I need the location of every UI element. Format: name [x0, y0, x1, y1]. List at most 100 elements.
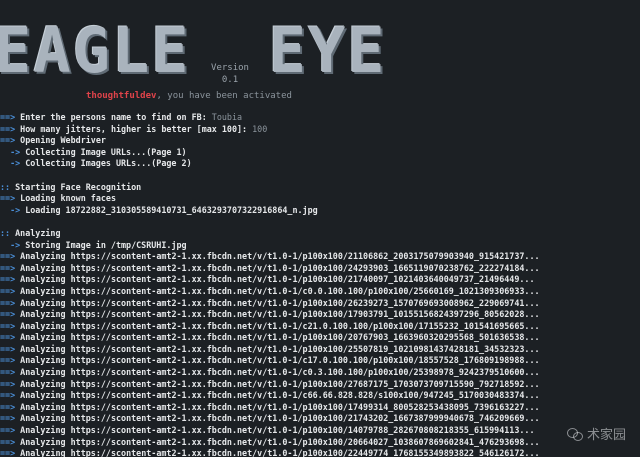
arrow-marker: ==>: [0, 390, 16, 401]
version-number: 0.1: [221, 75, 239, 85]
output-line: ==> Analyzing https://scontent-amt2-1.xx…: [0, 309, 640, 321]
output-line: :: Starting Face Recognition: [0, 182, 640, 194]
section-marker: ::: [0, 181, 11, 192]
output-line: ==> Analyzing https://scontent-amt2-1.xx…: [0, 379, 640, 391]
output-line: ==> Analyzing https://scontent-amt2-1.xx…: [0, 274, 640, 286]
output-line: ==> Loading known faces: [0, 193, 640, 205]
arrow-marker: ==>: [0, 367, 16, 378]
output-text: Analyzing https://scontent-amt2-1.xx.fbc…: [15, 390, 540, 401]
input-value: Toubia: [211, 112, 243, 122]
output-text: Analyzing https://scontent-amt2-1.xx.fbc…: [15, 436, 540, 447]
output-text: Analyzing https://scontent-amt2-1.xx.fbc…: [15, 343, 540, 354]
output-text: Collecting Images URLs...(Page 2): [20, 158, 192, 169]
output-text: Analyzing https://scontent-amt2-1.xx.fbc…: [15, 297, 540, 308]
output-text: Analyzing https://scontent-amt2-1.xx.fbc…: [15, 413, 540, 424]
output-text: Analyzing https://scontent-amt2-1.xx.fbc…: [15, 401, 540, 412]
arrow-marker: ==>: [0, 135, 16, 146]
arrow-marker: ==>: [0, 343, 16, 354]
activation-message: thoughtfuldev, you have been activated: [86, 90, 292, 102]
output-line: ==> Analyzing https://scontent-amt2-1.xx…: [0, 402, 640, 414]
output-text: Enter the persons name to find on FB:: [15, 112, 212, 122]
banner-right-word: EYE: [268, 14, 387, 87]
arrow-marker: ==>: [0, 436, 16, 447]
output-text: Analyzing https://scontent-amt2-1.xx.fbc…: [15, 332, 540, 343]
output-line: ==> Analyzing https://scontent-amt2-1.xx…: [0, 263, 640, 275]
output-line: ==> Analyzing https://scontent-amt2-1.xx…: [0, 437, 640, 449]
output-line: ==> Enter the persons name to find on FB…: [0, 112, 640, 124]
arrow-marker: ==>: [0, 193, 16, 204]
output-line: -> Collecting Image URLs...(Page 1): [0, 147, 640, 159]
output-line: ==> Analyzing https://scontent-amt2-1.xx…: [0, 321, 640, 333]
output-text: Analyzing https://scontent-amt2-1.xx.fbc…: [15, 262, 540, 273]
terminal-window[interactable]: EAGLE EYE Version 0.1 thoughtfuldev, you …: [0, 0, 640, 457]
arrow-marker: ==>: [0, 112, 16, 122]
output-line: ==> Analyzing https://scontent-amt2-1.xx…: [0, 367, 640, 379]
output-text: Analyzing: [10, 227, 61, 238]
watermark: 术家园: [566, 424, 626, 443]
arrow-marker: ==>: [0, 285, 16, 296]
arrow-marker: ==>: [0, 401, 16, 412]
output-text: Analyzing https://scontent-amt2-1.xx.fbc…: [15, 378, 540, 389]
output-line: ==> Analyzing https://scontent-amt2-1.xx…: [0, 390, 640, 402]
output-text: Analyzing https://scontent-amt2-1.xx.fbc…: [15, 367, 540, 378]
arrow-marker: ==>: [0, 332, 16, 343]
activation-text: , you have been activated: [156, 91, 292, 101]
output-line: -> Loading 18722882_310305589410731_6463…: [0, 205, 640, 217]
version-label: Version: [211, 63, 249, 73]
ascii-banner: EAGLE EYE Version 0.1: [0, 18, 385, 86]
output-text: Analyzing https://scontent-amt2-1.xx.fbc…: [15, 425, 535, 436]
arrow-marker: ==>: [0, 251, 16, 262]
section-marker: ::: [0, 227, 11, 238]
arrow-marker: ==>: [0, 309, 16, 320]
output-line: ==> Analyzing https://scontent-amt2-1.xx…: [0, 448, 640, 457]
output-text: Analyzing https://scontent-amt2-1.xx.fbc…: [15, 448, 540, 457]
arrow-marker: ==>: [0, 320, 16, 331]
author-name: thoughtfuldev: [86, 91, 157, 101]
terminal-output: ==> Enter the persons name to find on FB…: [0, 112, 640, 457]
banner-title: EAGLE EYE: [0, 18, 387, 84]
output-line: ==> How many jitters, higher is better […: [0, 124, 640, 136]
output-text: Analyzing https://scontent-amt2-1.xx.fbc…: [15, 320, 540, 331]
output-line: ==> Analyzing https://scontent-amt2-1.xx…: [0, 332, 640, 344]
output-line: ==> Opening Webdriver: [0, 135, 640, 147]
arrow-marker: ->: [0, 239, 21, 250]
output-line: ==> Analyzing https://scontent-amt2-1.xx…: [0, 425, 640, 437]
output-text: Loading known faces: [15, 193, 116, 204]
arrow-marker: ==>: [0, 355, 16, 366]
output-line: ==> Analyzing https://scontent-amt2-1.xx…: [0, 413, 640, 425]
output-text: Opening Webdriver: [15, 135, 106, 146]
output-text: Storing Image in /tmp/CSRUHI.jpg: [20, 239, 187, 250]
output-line: -> Collecting Images URLs...(Page 2): [0, 158, 640, 170]
output-text: Analyzing https://scontent-amt2-1.xx.fbc…: [15, 309, 540, 320]
version-info: Version 0.1: [208, 62, 252, 86]
output-line: ==> Analyzing https://scontent-amt2-1.xx…: [0, 251, 640, 263]
banner-left-word: EAGLE: [0, 14, 191, 87]
arrow-marker: ->: [0, 204, 21, 215]
output-text: Collecting Image URLs...(Page 1): [20, 146, 187, 157]
output-line: ==> Analyzing https://scontent-amt2-1.xx…: [0, 286, 640, 298]
output-text: Starting Face Recognition: [10, 181, 142, 192]
arrow-marker: ->: [0, 158, 21, 169]
arrow-marker: ==>: [0, 262, 16, 273]
arrow-marker: ==>: [0, 123, 16, 134]
arrow-marker: ==>: [0, 274, 16, 285]
output-line: -> Storing Image in /tmp/CSRUHI.jpg: [0, 240, 640, 252]
wechat-icon: [566, 428, 583, 441]
arrow-marker: ==>: [0, 425, 16, 436]
arrow-marker: ==>: [0, 413, 16, 424]
output-line: ==> Analyzing https://scontent-amt2-1.xx…: [0, 298, 640, 310]
output-line: :: Analyzing: [0, 228, 640, 240]
arrow-marker: ==>: [0, 448, 16, 457]
output-line: ==> Analyzing https://scontent-amt2-1.xx…: [0, 344, 640, 356]
input-value: 100: [252, 123, 268, 134]
output-text: Loading 18722882_310305589410731_6463293…: [20, 204, 318, 215]
output-text: Analyzing https://scontent-amt2-1.xx.fbc…: [15, 274, 535, 285]
arrow-marker: ->: [0, 146, 21, 157]
output-line: ==> Analyzing https://scontent-amt2-1.xx…: [0, 355, 640, 367]
output-text: Analyzing https://scontent-amt2-1.xx.fbc…: [15, 251, 540, 262]
watermark-text: 术家园: [586, 428, 626, 443]
output-text: How many jitters, higher is better [max …: [15, 123, 253, 134]
arrow-marker: ==>: [0, 297, 16, 308]
